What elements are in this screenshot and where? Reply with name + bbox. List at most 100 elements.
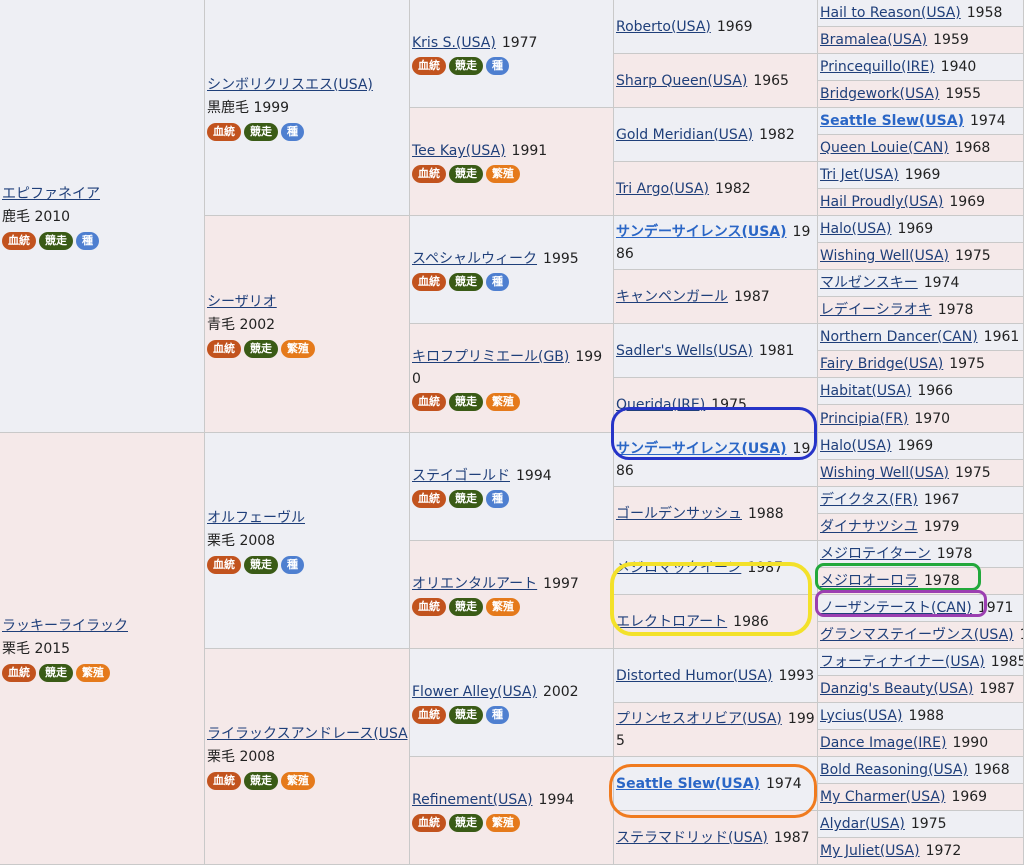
horse-link[interactable]: レデイーシラオキ (820, 302, 932, 318)
horse-link[interactable]: Habitat(USA) (820, 383, 911, 399)
badge-breed[interactable]: 繁殖 (281, 339, 315, 358)
horse-link[interactable]: ラッキーライラック (2, 618, 128, 634)
horse-link[interactable]: Wishing Well(USA) (820, 465, 949, 481)
horse-link[interactable]: Halo(USA) (820, 221, 891, 237)
horse-link[interactable]: マルゼンスキー (820, 275, 918, 291)
badge-race[interactable]: 競走 (244, 556, 278, 574)
horse-link[interactable]: Bridgework(USA) (820, 86, 939, 102)
horse-link[interactable]: My Charmer(USA) (820, 789, 945, 805)
horse-link[interactable]: ゴールデンサッシュ (616, 506, 742, 522)
badge-kind[interactable]: 種 (76, 231, 99, 250)
badge-breed[interactable]: 繁殖 (76, 664, 110, 682)
horse-link[interactable]: メジロオーロラ (820, 573, 918, 589)
horse-link[interactable]: Querida(IRE) (616, 397, 705, 413)
horse-link[interactable]: フォーティナイナー(USA) (820, 654, 985, 670)
horse-link[interactable]: Lycius(USA) (820, 708, 902, 724)
horse-link[interactable]: ダイナサツシユ (820, 519, 918, 535)
horse-link[interactable]: Distorted Humor(USA) (616, 668, 772, 684)
badge-blood[interactable]: 血統 (2, 231, 36, 250)
badge-race[interactable]: 競走 (244, 123, 278, 141)
badge-kind[interactable]: 種 (281, 556, 304, 574)
horse-link[interactable]: シーザリオ (207, 294, 277, 310)
horse-link[interactable]: Seattle Slew(USA) (616, 776, 760, 792)
badge-race[interactable]: 競走 (449, 598, 483, 616)
horse-link[interactable]: Sadler's Wells(USA) (616, 343, 753, 359)
badge-breed[interactable]: 繁殖 (486, 814, 520, 832)
badge-blood[interactable]: 血統 (412, 273, 446, 291)
badge-blood[interactable]: 血統 (207, 123, 241, 141)
horse-link[interactable]: Gold Meridian(USA) (616, 127, 753, 143)
badge-kind[interactable]: 種 (486, 273, 509, 291)
badge-blood[interactable]: 血統 (412, 814, 446, 832)
horse-link[interactable]: Alydar(USA) (820, 816, 905, 832)
badge-blood[interactable]: 血統 (412, 165, 446, 183)
horse-link[interactable]: エレクトロアート (616, 614, 727, 630)
horse-link[interactable]: シンボリクリスエス(USA) (207, 77, 373, 93)
horse-link[interactable]: Fairy Bridge(USA) (820, 356, 943, 372)
badge-blood[interactable]: 血統 (207, 772, 241, 790)
badge-blood[interactable]: 血統 (207, 339, 241, 358)
horse-link[interactable]: グランマステイーヴンス(USA) (820, 627, 1014, 643)
badge-race[interactable]: 競走 (39, 231, 73, 250)
horse-link[interactable]: ライラックスアンドレース(USA) (207, 726, 409, 742)
horse-link[interactable]: メジロテイターン (820, 546, 931, 562)
badge-blood[interactable]: 血統 (207, 556, 241, 574)
horse-link[interactable]: エピファネイア (2, 186, 100, 202)
horse-link[interactable]: キロフプリミエール(GB) (412, 349, 569, 365)
horse-link[interactable]: Roberto(USA) (616, 19, 711, 35)
badge-race[interactable]: 競走 (39, 664, 73, 682)
horse-link[interactable]: My Juliet(USA) (820, 843, 920, 859)
horse-link[interactable]: Refinement(USA) (412, 792, 533, 808)
badge-race[interactable]: 競走 (244, 772, 278, 790)
horse-link[interactable]: Sharp Queen(USA) (616, 73, 747, 89)
badge-kind[interactable]: 種 (486, 706, 509, 724)
horse-link[interactable]: オルフェーヴル (207, 510, 305, 526)
horse-link[interactable]: Northern Dancer(CAN) (820, 329, 978, 345)
horse-link[interactable]: Hail Proudly(USA) (820, 194, 943, 210)
badge-blood[interactable]: 血統 (412, 57, 446, 75)
horse-link[interactable]: Hail to Reason(USA) (820, 5, 961, 21)
horse-link[interactable]: プリンセスオリビア(USA) (616, 711, 782, 727)
badge-kind[interactable]: 種 (281, 123, 304, 141)
badge-race[interactable]: 競走 (449, 273, 483, 291)
horse-link[interactable]: Tee Kay(USA) (412, 143, 506, 159)
horse-link[interactable]: ステイゴールド (412, 468, 510, 484)
badge-kind[interactable]: 種 (486, 490, 509, 508)
badge-breed[interactable]: 繁殖 (486, 165, 520, 183)
horse-link[interactable]: Bramalea(USA) (820, 32, 927, 48)
horse-link[interactable]: Tri Jet(USA) (820, 167, 899, 183)
horse-link[interactable]: サンデーサイレンス(USA) (616, 224, 787, 240)
badge-breed[interactable]: 繁殖 (281, 772, 315, 790)
horse-link[interactable]: Bold Reasoning(USA) (820, 762, 968, 778)
badge-race[interactable]: 競走 (449, 490, 483, 508)
badge-blood[interactable]: 血統 (412, 598, 446, 616)
badge-breed[interactable]: 繁殖 (486, 392, 520, 411)
badge-race[interactable]: 競走 (244, 339, 278, 358)
badge-blood[interactable]: 血統 (2, 664, 36, 682)
horse-link[interactable]: Halo(USA) (820, 438, 891, 454)
horse-link[interactable]: Wishing Well(USA) (820, 248, 949, 264)
horse-link[interactable]: Flower Alley(USA) (412, 684, 537, 700)
badge-race[interactable]: 競走 (449, 392, 483, 411)
badge-breed[interactable]: 繁殖 (486, 598, 520, 616)
horse-link[interactable]: Princequillo(IRE) (820, 59, 935, 75)
horse-link[interactable]: Kris S.(USA) (412, 35, 496, 51)
horse-link[interactable]: Seattle Slew(USA) (820, 113, 964, 129)
badge-blood[interactable]: 血統 (412, 706, 446, 724)
badge-blood[interactable]: 血統 (412, 392, 446, 411)
badge-race[interactable]: 競走 (449, 57, 483, 75)
badge-race[interactable]: 競走 (449, 165, 483, 183)
horse-link[interactable]: Queen Louie(CAN) (820, 140, 949, 156)
horse-link[interactable]: Tri Argo(USA) (616, 181, 709, 197)
horse-link[interactable]: スペシャルウィーク (412, 251, 537, 267)
horse-link[interactable]: ステラマドリッド(USA) (616, 830, 768, 846)
horse-link[interactable]: サンデーサイレンス(USA) (616, 441, 787, 457)
horse-link[interactable]: ノーザンテースト(CAN) (820, 600, 972, 616)
horse-link[interactable]: Danzig's Beauty(USA) (820, 681, 973, 697)
badge-kind[interactable]: 種 (486, 57, 509, 75)
horse-link[interactable]: オリエンタルアート (412, 576, 537, 592)
horse-link[interactable]: キャンペンガール (616, 289, 728, 305)
horse-link[interactable]: デイクタス(FR) (820, 492, 918, 508)
horse-link[interactable]: Dance Image(IRE) (820, 735, 946, 751)
badge-blood[interactable]: 血統 (412, 490, 446, 508)
